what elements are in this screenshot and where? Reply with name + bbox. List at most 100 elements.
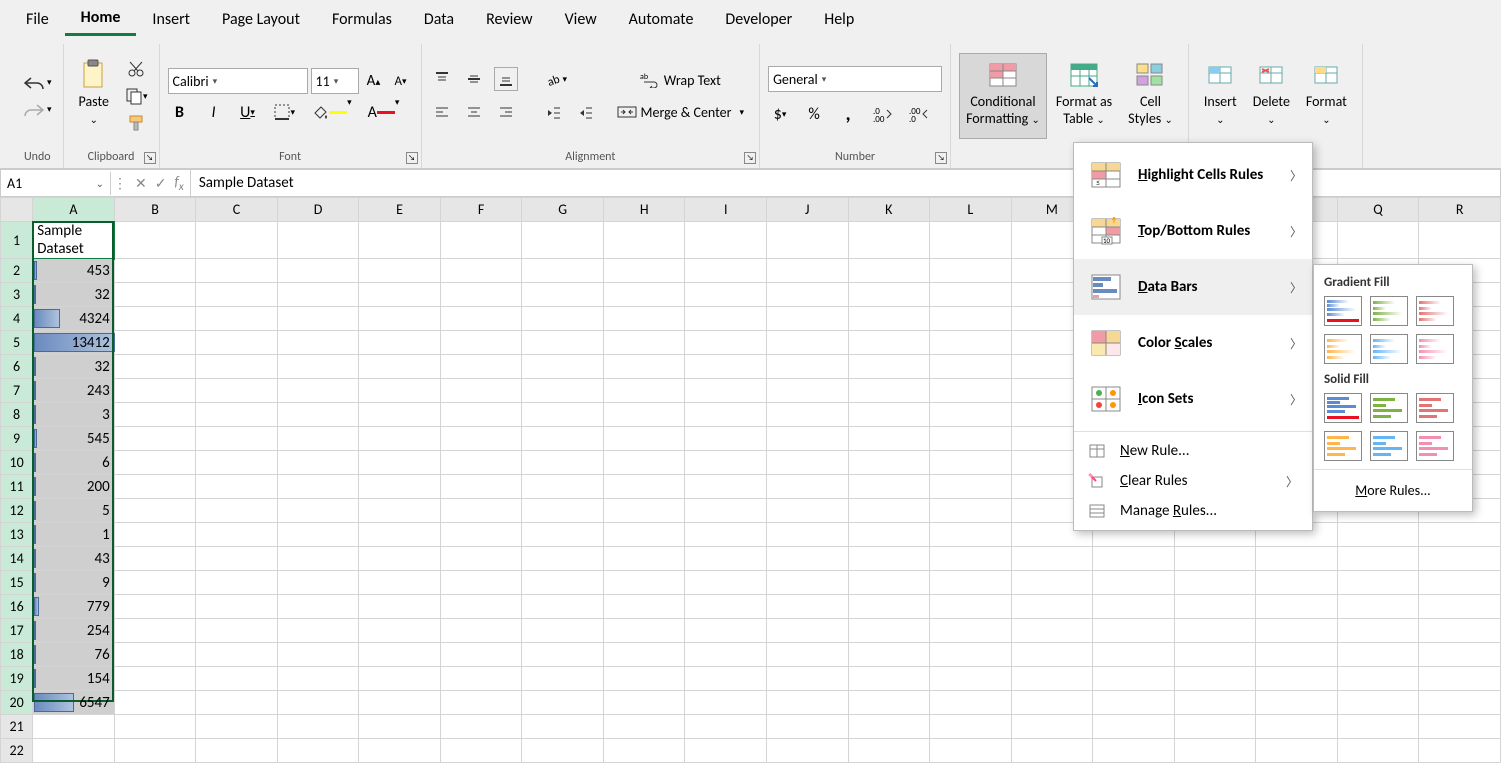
cell-H4[interactable] <box>603 307 685 331</box>
cell-G16[interactable] <box>522 595 604 619</box>
column-header-C[interactable]: C <box>196 198 278 222</box>
cell-Q15[interactable] <box>1337 571 1419 595</box>
row-header-18[interactable]: 18 <box>1 643 33 667</box>
cell-A10[interactable]: 6 <box>33 451 115 475</box>
cell-E20[interactable] <box>359 691 441 715</box>
cell-I13[interactable] <box>685 523 767 547</box>
databar-swatch[interactable] <box>1324 393 1362 423</box>
cell-B10[interactable] <box>114 451 196 475</box>
cell-F9[interactable] <box>440 427 522 451</box>
cell-K17[interactable] <box>848 619 930 643</box>
cell-A9[interactable]: 545 <box>33 427 115 451</box>
cell-L21[interactable] <box>930 715 1012 739</box>
cell-G7[interactable] <box>522 379 604 403</box>
cell-K10[interactable] <box>848 451 930 475</box>
cell-G4[interactable] <box>522 307 604 331</box>
decrease-font-size-button[interactable]: A▾ <box>389 69 413 93</box>
cell-L12[interactable] <box>930 499 1012 523</box>
cell-E21[interactable] <box>359 715 441 739</box>
bold-button[interactable]: B <box>168 100 192 124</box>
cell-J5[interactable] <box>766 331 848 355</box>
cell-B20[interactable] <box>114 691 196 715</box>
cell-O20[interactable] <box>1174 691 1256 715</box>
cell-L20[interactable] <box>930 691 1012 715</box>
copy-button[interactable]: ▾ <box>122 84 151 108</box>
cell-I9[interactable] <box>685 427 767 451</box>
row-header-3[interactable]: 3 <box>1 283 33 307</box>
cell-G2[interactable] <box>522 259 604 283</box>
cell-D10[interactable] <box>277 451 359 475</box>
cell-M17[interactable] <box>1011 619 1093 643</box>
cell-B17[interactable] <box>114 619 196 643</box>
cell-R1[interactable] <box>1419 222 1501 259</box>
cell-C8[interactable] <box>196 403 278 427</box>
cell-B6[interactable] <box>114 355 196 379</box>
cell-R19[interactable] <box>1419 667 1501 691</box>
cell-B18[interactable] <box>114 643 196 667</box>
cell-C19[interactable] <box>196 667 278 691</box>
cell-N16[interactable] <box>1093 595 1175 619</box>
menu-tab-view[interactable]: View <box>549 4 613 35</box>
row-header-10[interactable]: 10 <box>1 451 33 475</box>
cell-M18[interactable] <box>1011 643 1093 667</box>
cell-B2[interactable] <box>114 259 196 283</box>
cell-P19[interactable] <box>1256 667 1338 691</box>
accounting-format-button[interactable]: $ ▾ <box>768 102 792 126</box>
cell-G20[interactable] <box>522 691 604 715</box>
cell-L8[interactable] <box>930 403 1012 427</box>
cell-E13[interactable] <box>359 523 441 547</box>
cell-G17[interactable] <box>522 619 604 643</box>
databar-swatch[interactable] <box>1324 296 1362 326</box>
cell-M20[interactable] <box>1011 691 1093 715</box>
cell-A13[interactable]: 1 <box>33 523 115 547</box>
cell-D20[interactable] <box>277 691 359 715</box>
cell-L3[interactable] <box>930 283 1012 307</box>
more-rules-button[interactable]: More Rules... <box>1324 476 1462 505</box>
cell-F18[interactable] <box>440 643 522 667</box>
cell-Q1[interactable] <box>1337 222 1419 259</box>
cell-E6[interactable] <box>359 355 441 379</box>
cell-J12[interactable] <box>766 499 848 523</box>
cell-H13[interactable] <box>603 523 685 547</box>
cell-H14[interactable] <box>603 547 685 571</box>
decrease-decimal-button[interactable]: .00.0 <box>906 102 932 126</box>
undo-button[interactable]: ▾ <box>20 71 55 95</box>
cell-J4[interactable] <box>766 307 848 331</box>
cell-D16[interactable] <box>277 595 359 619</box>
cell-Q16[interactable] <box>1337 595 1419 619</box>
cell-H17[interactable] <box>603 619 685 643</box>
cell-P14[interactable] <box>1256 547 1338 571</box>
cell-N17[interactable] <box>1093 619 1175 643</box>
cell-B12[interactable] <box>114 499 196 523</box>
italic-button[interactable]: I <box>202 100 226 124</box>
cell-C20[interactable] <box>196 691 278 715</box>
cell-E3[interactable] <box>359 283 441 307</box>
cell-O16[interactable] <box>1174 595 1256 619</box>
menu-tab-home[interactable]: Home <box>65 2 137 36</box>
cell-I8[interactable] <box>685 403 767 427</box>
cell-L7[interactable] <box>930 379 1012 403</box>
cell-A6[interactable]: 32 <box>33 355 115 379</box>
cell-I6[interactable] <box>685 355 767 379</box>
cf-menu-data-bars[interactable]: Data Bars〉 <box>1074 259 1312 315</box>
row-header-7[interactable]: 7 <box>1 379 33 403</box>
cell-K11[interactable] <box>848 475 930 499</box>
row-header-9[interactable]: 9 <box>1 427 33 451</box>
row-header-12[interactable]: 12 <box>1 499 33 523</box>
cell-J11[interactable] <box>766 475 848 499</box>
cell-F12[interactable] <box>440 499 522 523</box>
cell-M19[interactable] <box>1011 667 1093 691</box>
cell-F15[interactable] <box>440 571 522 595</box>
cell-Q21[interactable] <box>1337 715 1419 739</box>
cell-K12[interactable] <box>848 499 930 523</box>
menu-tab-developer[interactable]: Developer <box>709 4 808 35</box>
cell-H12[interactable] <box>603 499 685 523</box>
cell-C21[interactable] <box>196 715 278 739</box>
menu-tab-page-layout[interactable]: Page Layout <box>206 4 316 35</box>
cell-J10[interactable] <box>766 451 848 475</box>
name-box[interactable]: A1⌄ <box>1 172 111 195</box>
cell-E12[interactable] <box>359 499 441 523</box>
cell-H2[interactable] <box>603 259 685 283</box>
insert-cells-button[interactable]: Insert⌄ <box>1197 53 1244 139</box>
cell-O18[interactable] <box>1174 643 1256 667</box>
